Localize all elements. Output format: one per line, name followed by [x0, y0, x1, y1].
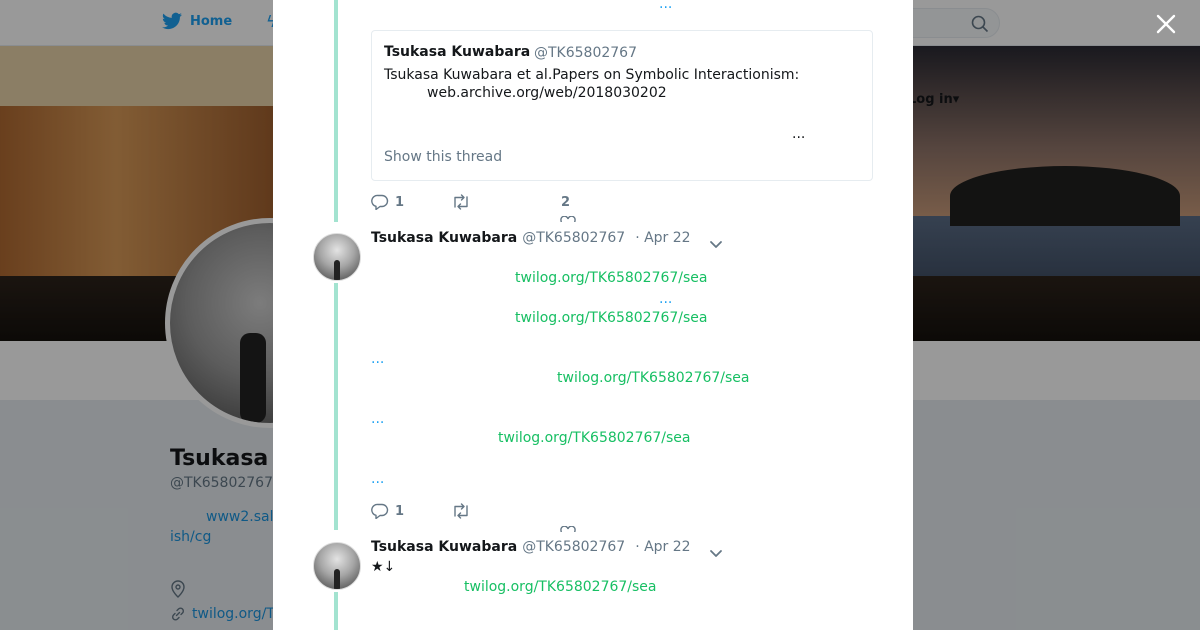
- retweet-button[interactable]: [451, 194, 471, 210]
- reply-button[interactable]: 1: [371, 503, 404, 519]
- tweet-ellipsis: ...: [659, 291, 673, 307]
- like-count: 2: [561, 195, 571, 210]
- tweet-author-avatar[interactable]: [313, 542, 361, 590]
- tweet-author-handle[interactable]: @TK65802767: [522, 539, 625, 555]
- retweet-button[interactable]: [451, 503, 471, 519]
- tweet-link[interactable]: twilog.org/TK65802767/sea: [515, 310, 708, 326]
- tweet-ellipsis: ...: [371, 471, 385, 487]
- reply-count: 1: [395, 194, 405, 210]
- close-button[interactable]: [1152, 10, 1180, 38]
- quoted-tweet-author-name: Tsukasa Kuwabara: [384, 44, 531, 60]
- tweet-header: Tsukasa Kuwabara @TK65802767 · Apr 22: [371, 539, 691, 555]
- tweet-author-name[interactable]: Tsukasa Kuwabara: [371, 230, 517, 246]
- truncated-text-ellipsis: ...: [659, 0, 673, 12]
- close-icon: [1156, 14, 1176, 34]
- quoted-tweet-url: web.archive.org/web/2018030202: [427, 85, 667, 101]
- tweet-header: Tsukasa Kuwabara @TK65802767 · Apr 22: [371, 230, 691, 246]
- tweet-ellipsis: ...: [371, 351, 385, 367]
- tweet-thread-modal: ... Tsukasa Kuwabara @TK65802767 Tsukasa…: [273, 0, 913, 630]
- tweet-date[interactable]: · Apr 22: [635, 539, 690, 555]
- tweet-ellipsis: ...: [371, 411, 385, 427]
- like-icon[interactable]: [560, 526, 576, 532]
- tweet-link[interactable]: twilog.org/TK65802767/sea: [464, 579, 657, 595]
- reply-count: 1: [395, 503, 405, 519]
- tweet-menu-chevron-down-icon[interactable]: [709, 235, 723, 248]
- tweet-link[interactable]: twilog.org/TK65802767/sea: [498, 430, 691, 446]
- tweet-date[interactable]: · Apr 22: [635, 230, 690, 246]
- quoted-tweet-card[interactable]: Tsukasa Kuwabara @TK65802767 Tsukasa Kuw…: [371, 30, 873, 181]
- quoted-tweet-ellipsis: ...: [792, 126, 806, 142]
- like-icon[interactable]: [560, 216, 576, 222]
- tweet-author-avatar[interactable]: [313, 233, 361, 281]
- reply-icon: [371, 503, 389, 519]
- reply-icon: [371, 194, 389, 210]
- retweet-icon: [454, 503, 468, 519]
- tweet-text: ★↓: [371, 559, 396, 575]
- thread-connector-line: [334, 283, 338, 530]
- quoted-tweet-text: Tsukasa Kuwabara et al.Papers on Symboli…: [384, 67, 800, 83]
- reply-button[interactable]: 1: [371, 194, 404, 210]
- quoted-tweet-author-handle: @TK65802767: [534, 45, 637, 61]
- show-this-thread-link[interactable]: Show this thread: [384, 149, 502, 165]
- tweet-link[interactable]: twilog.org/TK65802767/sea: [557, 370, 750, 386]
- thread-connector-line: [334, 592, 338, 630]
- tweet-link[interactable]: twilog.org/TK65802767/sea: [515, 270, 708, 286]
- tweet-author-name[interactable]: Tsukasa Kuwabara: [371, 539, 517, 555]
- tweet-author-handle[interactable]: @TK65802767: [522, 230, 625, 246]
- thread-connector-line: [334, 0, 338, 222]
- tweet-menu-chevron-down-icon[interactable]: [709, 544, 723, 557]
- retweet-icon: [454, 194, 468, 210]
